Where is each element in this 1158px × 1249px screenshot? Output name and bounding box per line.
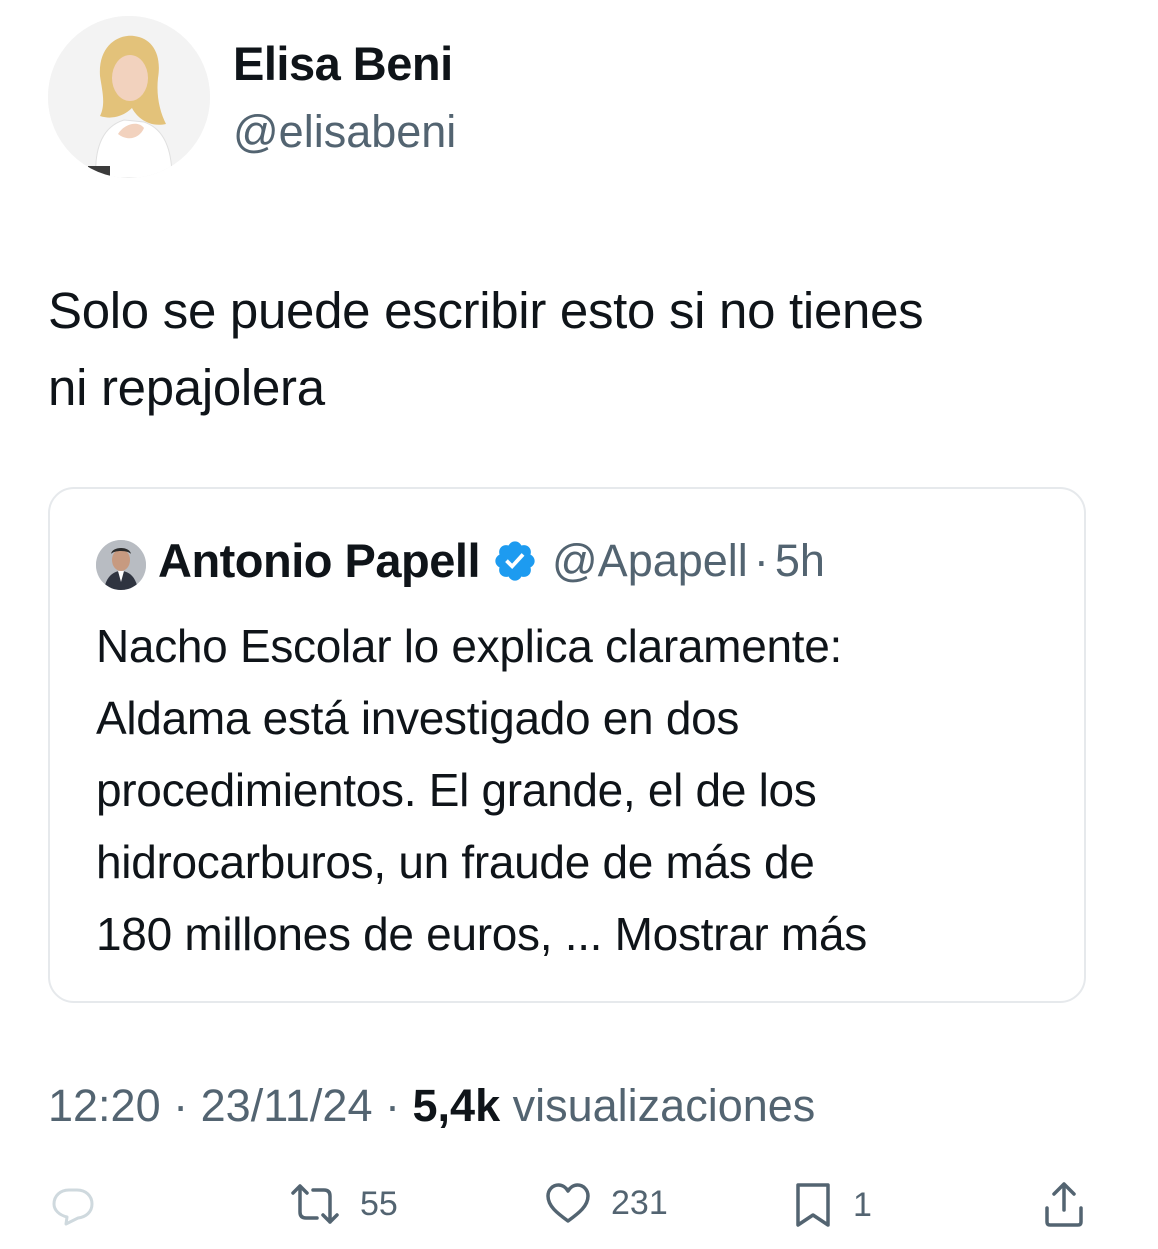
profile-photo-icon	[48, 16, 210, 178]
author-avatar[interactable]	[48, 16, 210, 178]
quoted-text-line: procedimientos. El grande, el de los	[96, 764, 817, 816]
quoted-text: Nacho Escolar lo explica claramente: Ald…	[96, 610, 1056, 970]
share-icon	[1045, 1182, 1083, 1227]
quoted-text-line: 180 millones de euros, ... Mostrar más	[96, 898, 1056, 970]
quoted-author-name[interactable]: Antonio Papell	[158, 533, 481, 588]
views-count: 5,4k	[412, 1080, 501, 1131]
tweet-text: Solo se puede escribir esto si no tienes…	[48, 272, 1118, 426]
quoted-author-handle[interactable]: @Apapell	[552, 535, 748, 587]
show-more-link[interactable]: Mostrar más	[615, 908, 868, 960]
author-name[interactable]: Elisa Beni	[233, 36, 453, 91]
bookmark-icon	[796, 1183, 830, 1227]
quoted-text-line: Aldama está investigado en dos	[96, 692, 740, 744]
quoted-header: Antonio Papell @Apapell · 5h	[158, 533, 825, 588]
quoted-author-avatar[interactable]	[96, 540, 146, 590]
retweet-icon	[291, 1184, 339, 1224]
quoted-tweet[interactable]: Antonio Papell @Apapell · 5h Nacho Escol…	[48, 487, 1086, 1003]
tweet-detail: Elisa Beni @elisabeni Solo se puede escr…	[0, 0, 1158, 1249]
action-bar: 55 231 1	[0, 1180, 1158, 1240]
quoted-text-line: Nacho Escolar lo explica claramente:	[96, 620, 842, 672]
quoted-text-line-end: 180 millones de euros, ...	[96, 908, 603, 960]
like-count: 231	[611, 1183, 668, 1222]
separator-dot: ·	[753, 534, 769, 586]
separator-dot: ·	[173, 1080, 189, 1131]
heart-icon	[546, 1183, 590, 1223]
reply-button[interactable]	[50, 1186, 96, 1226]
tweet-meta: 12:20 · 23/11/24 · 5,4k visualizaciones	[48, 1080, 815, 1132]
retweet-count: 55	[360, 1184, 398, 1223]
like-button[interactable]: 231	[545, 1182, 668, 1224]
bookmark-count: 1	[853, 1185, 872, 1224]
separator-dot: ·	[385, 1080, 400, 1131]
tweet-date[interactable]: 23/11/24	[201, 1080, 373, 1131]
bookmark-button[interactable]: 1	[793, 1182, 872, 1228]
author-handle[interactable]: @elisabeni	[233, 106, 456, 158]
quoted-timestamp[interactable]: 5h	[775, 535, 825, 587]
tweet-text-line: ni repajolera	[48, 359, 325, 416]
reply-icon	[52, 1188, 94, 1226]
verified-badge-icon	[495, 540, 535, 581]
tweet-time[interactable]: 12:20	[48, 1080, 161, 1131]
quoted-text-line: hidrocarburos, un fraude de más de	[96, 836, 815, 888]
tweet-text-line: Solo se puede escribir esto si no tienes	[48, 282, 924, 339]
views-label: visualizaciones	[512, 1080, 816, 1131]
retweet-button[interactable]: 55	[290, 1182, 398, 1226]
profile-photo-icon	[96, 540, 146, 590]
share-button[interactable]	[1043, 1180, 1085, 1228]
